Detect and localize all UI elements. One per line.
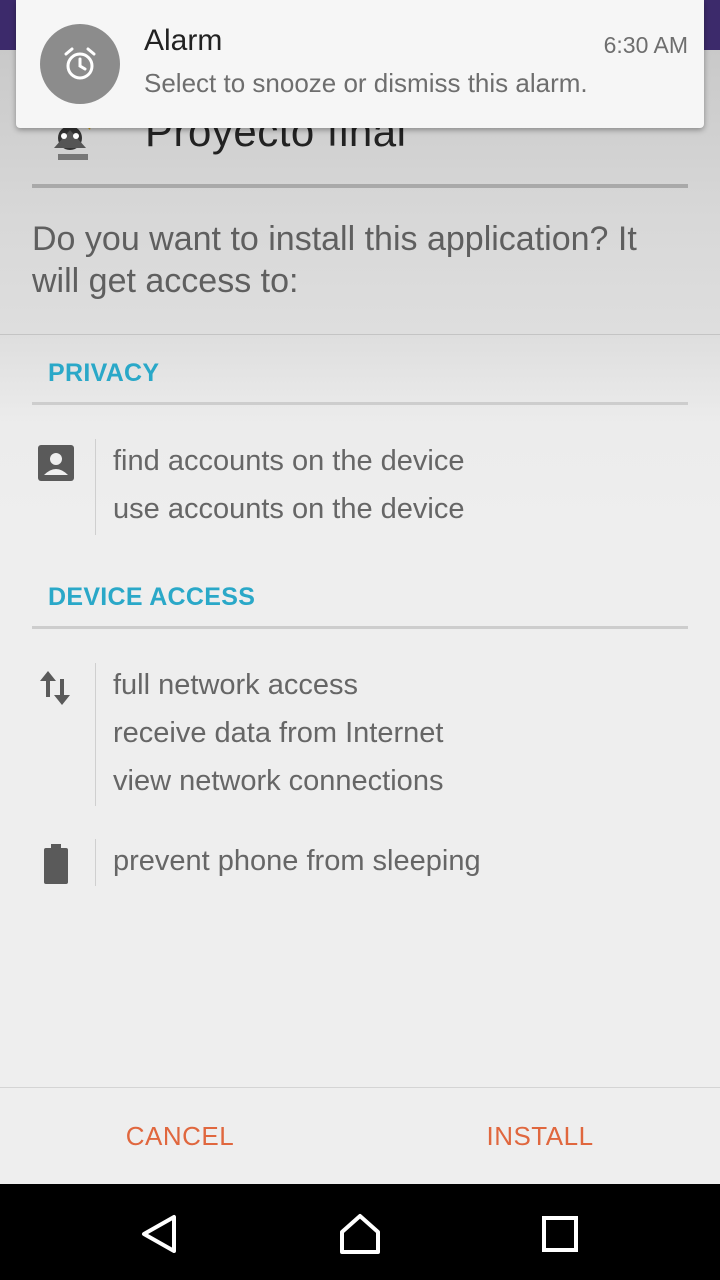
recents-icon[interactable] <box>538 1212 582 1256</box>
section-title-privacy: PRIVACY <box>48 359 160 387</box>
back-icon[interactable] <box>138 1212 182 1256</box>
permission-separator <box>95 839 96 886</box>
section-title-device-access: DEVICE ACCESS <box>48 583 256 611</box>
install-button[interactable]: INSTALL <box>360 1088 720 1185</box>
permissions-list[interactable]: PRIVACY find accounts on the device use … <box>0 335 720 1087</box>
permission-group-power: prevent phone from sleeping <box>113 837 481 885</box>
alarm-notification[interactable]: Alarm 6:30 AM Select to snooze or dismis… <box>16 0 704 128</box>
section-divider <box>32 626 688 629</box>
permission-separator <box>95 439 96 535</box>
notification-text: Select to snooze or dismiss this alarm. <box>144 68 588 98</box>
permission-separator <box>95 663 96 806</box>
notification-title: Alarm <box>144 24 223 57</box>
section-divider <box>32 402 688 405</box>
permission-item: use accounts on the device <box>113 493 465 525</box>
network-arrows-icon <box>40 671 70 705</box>
permission-item: full network access <box>113 669 358 701</box>
notification-icon-badge <box>40 24 120 104</box>
cancel-button[interactable]: CANCEL <box>0 1088 360 1185</box>
permission-item: receive data from Internet <box>113 717 444 749</box>
header-divider <box>32 184 688 188</box>
alarm-clock-icon <box>64 47 96 80</box>
button-bar: CANCEL INSTALL <box>0 1087 720 1184</box>
permission-item: find accounts on the device <box>113 445 465 477</box>
permission-group-accounts: find accounts on the device use accounts… <box>113 437 464 533</box>
navigation-bar <box>0 1184 720 1280</box>
home-icon[interactable] <box>338 1212 382 1256</box>
permission-item: prevent phone from sleeping <box>113 845 481 877</box>
permission-item: view network connections <box>113 765 444 797</box>
permission-group-network: full network access receive data from In… <box>113 661 443 805</box>
battery-icon <box>44 844 68 884</box>
notification-time: 6:30 AM <box>603 32 688 58</box>
account-icon <box>38 445 74 481</box>
install-question: Do you want to install this application?… <box>32 220 637 300</box>
